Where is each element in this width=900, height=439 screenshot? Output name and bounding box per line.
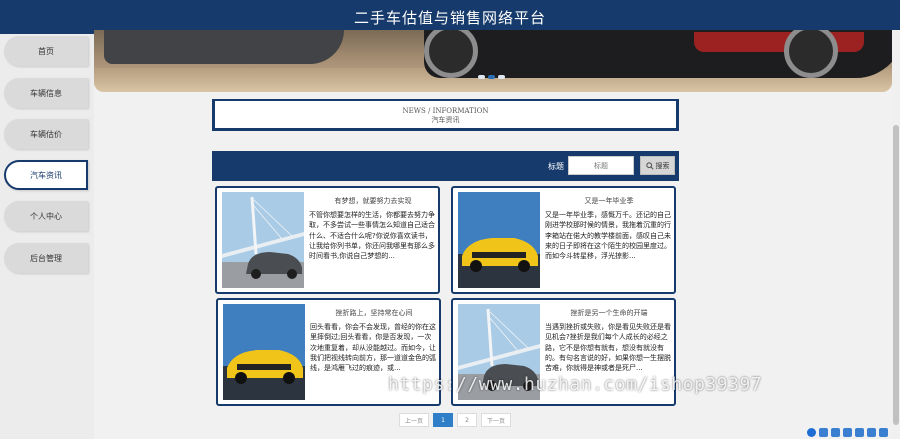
next-page-button[interactable]: 下一页	[481, 413, 512, 427]
section-title-zh: 汽车资讯	[431, 116, 460, 124]
news-card[interactable]: 挫折路上，坚持常在心间 回头看看，你会不会发现，曾经的你在这里摔倒过;回头看看，…	[216, 298, 441, 406]
system-tray	[807, 425, 893, 439]
news-card[interactable]: 挫折是另一个生命的开端 当遇到挫折或失败，你是看见失败还是看见机会?挫折是我们每…	[451, 298, 676, 406]
search-bar: 标题 搜索	[212, 151, 679, 181]
sidebar-item-valuation[interactable]: 车辆估价	[4, 119, 88, 149]
sidebar-item-admin[interactable]: 后台管理	[4, 243, 88, 273]
tray-icon[interactable]	[843, 427, 852, 437]
section-title: NEWS / INFORMATION 汽车资讯	[212, 99, 679, 131]
page-button-2[interactable]: 2	[457, 413, 478, 427]
search-icon	[645, 161, 654, 170]
page-button-1[interactable]: 1	[433, 413, 454, 427]
banner-car-left	[104, 30, 344, 64]
sidebar-item-news[interactable]: 汽车资讯	[4, 160, 88, 190]
search-button-label: 搜索	[655, 161, 670, 170]
news-thumbnail	[223, 304, 305, 400]
scrollbar-thumb[interactable]	[893, 125, 899, 425]
tray-icon[interactable]	[819, 427, 828, 437]
site-title: 二手车估值与销售网络平台	[353, 8, 546, 27]
search-label: 标题	[548, 162, 564, 171]
search-button[interactable]: 搜索	[640, 156, 675, 175]
banner-car-stripe	[694, 32, 864, 52]
tray-icon[interactable]	[879, 427, 888, 437]
sidebar-item-profile[interactable]: 个人中心	[4, 201, 88, 231]
carousel-dot[interactable]	[478, 75, 485, 79]
tray-icon[interactable]	[831, 427, 840, 437]
carousel-dot[interactable]	[498, 75, 505, 79]
news-title[interactable]: 有梦想，就要努力去实现	[309, 196, 437, 206]
page-scrollbar[interactable]	[892, 30, 900, 439]
sidebar-item-vehicle-info[interactable]: 车辆信息	[4, 78, 88, 108]
news-thumbnail	[222, 192, 304, 288]
tray-icon[interactable]	[867, 427, 876, 437]
carousel-dot-active[interactable]	[488, 75, 495, 79]
news-title[interactable]: 又是一年毕业季	[545, 196, 673, 206]
sidebar-item-label: 后台管理	[30, 253, 62, 263]
hero-banner	[94, 30, 892, 92]
news-summary: 不管你想要怎样的生活，你都要去努力争取，不多尝试一些事情怎么知道自己适合什么、不…	[309, 211, 435, 261]
sidebar-item-home[interactable]: 首页	[4, 36, 88, 66]
section-title-en: NEWS / INFORMATION	[402, 107, 489, 115]
news-card[interactable]: 有梦想，就要努力去实现 不管你想要怎样的生活，你都要去努力争取，不多尝试一些事情…	[215, 186, 440, 294]
top-header: 二手车估值与销售网络平台	[0, 0, 900, 34]
news-title[interactable]: 挫折路上，坚持常在心间	[310, 308, 438, 318]
news-thumbnail	[458, 304, 540, 400]
prev-page-button[interactable]: 上一页	[399, 413, 430, 427]
sidebar-item-label: 车辆估价	[30, 129, 62, 139]
sidebar-item-label: 汽车资讯	[30, 170, 62, 180]
sidebar-item-label: 个人中心	[30, 211, 62, 221]
ime-icon[interactable]	[807, 427, 816, 437]
news-title[interactable]: 挫折是另一个生命的开端	[545, 308, 673, 318]
news-thumbnail	[458, 192, 540, 288]
news-summary: 回头看看，你会不会发现，曾经的你在这里摔倒过;回头看看，你是否发现，一次次地重复…	[310, 323, 436, 373]
news-card[interactable]: 又是一年毕业季 又是一年毕业季，感慨万千。还记的自己刚进学校那时候的情景，我拖着…	[451, 186, 676, 294]
news-summary: 又是一年毕业季，感慨万千。还记的自己刚进学校那时候的情景，我拖着沉重的行李箱站在…	[545, 211, 671, 261]
news-summary: 当遇到挫折或失败，你是看见失败还是看见机会?挫折是我们每个人成长的必经之路，它不…	[545, 323, 671, 373]
sidebar-item-label: 车辆信息	[30, 88, 62, 98]
pagination: 上一页 1 2 下一页	[399, 413, 512, 427]
sidebar-item-label: 首页	[38, 46, 54, 56]
tray-icon[interactable]	[855, 427, 864, 437]
carousel-indicators	[478, 75, 505, 79]
search-input[interactable]	[568, 156, 634, 175]
sidebar: 首页 车辆信息 车辆估价 汽车资讯 个人中心 后台管理	[0, 34, 94, 439]
